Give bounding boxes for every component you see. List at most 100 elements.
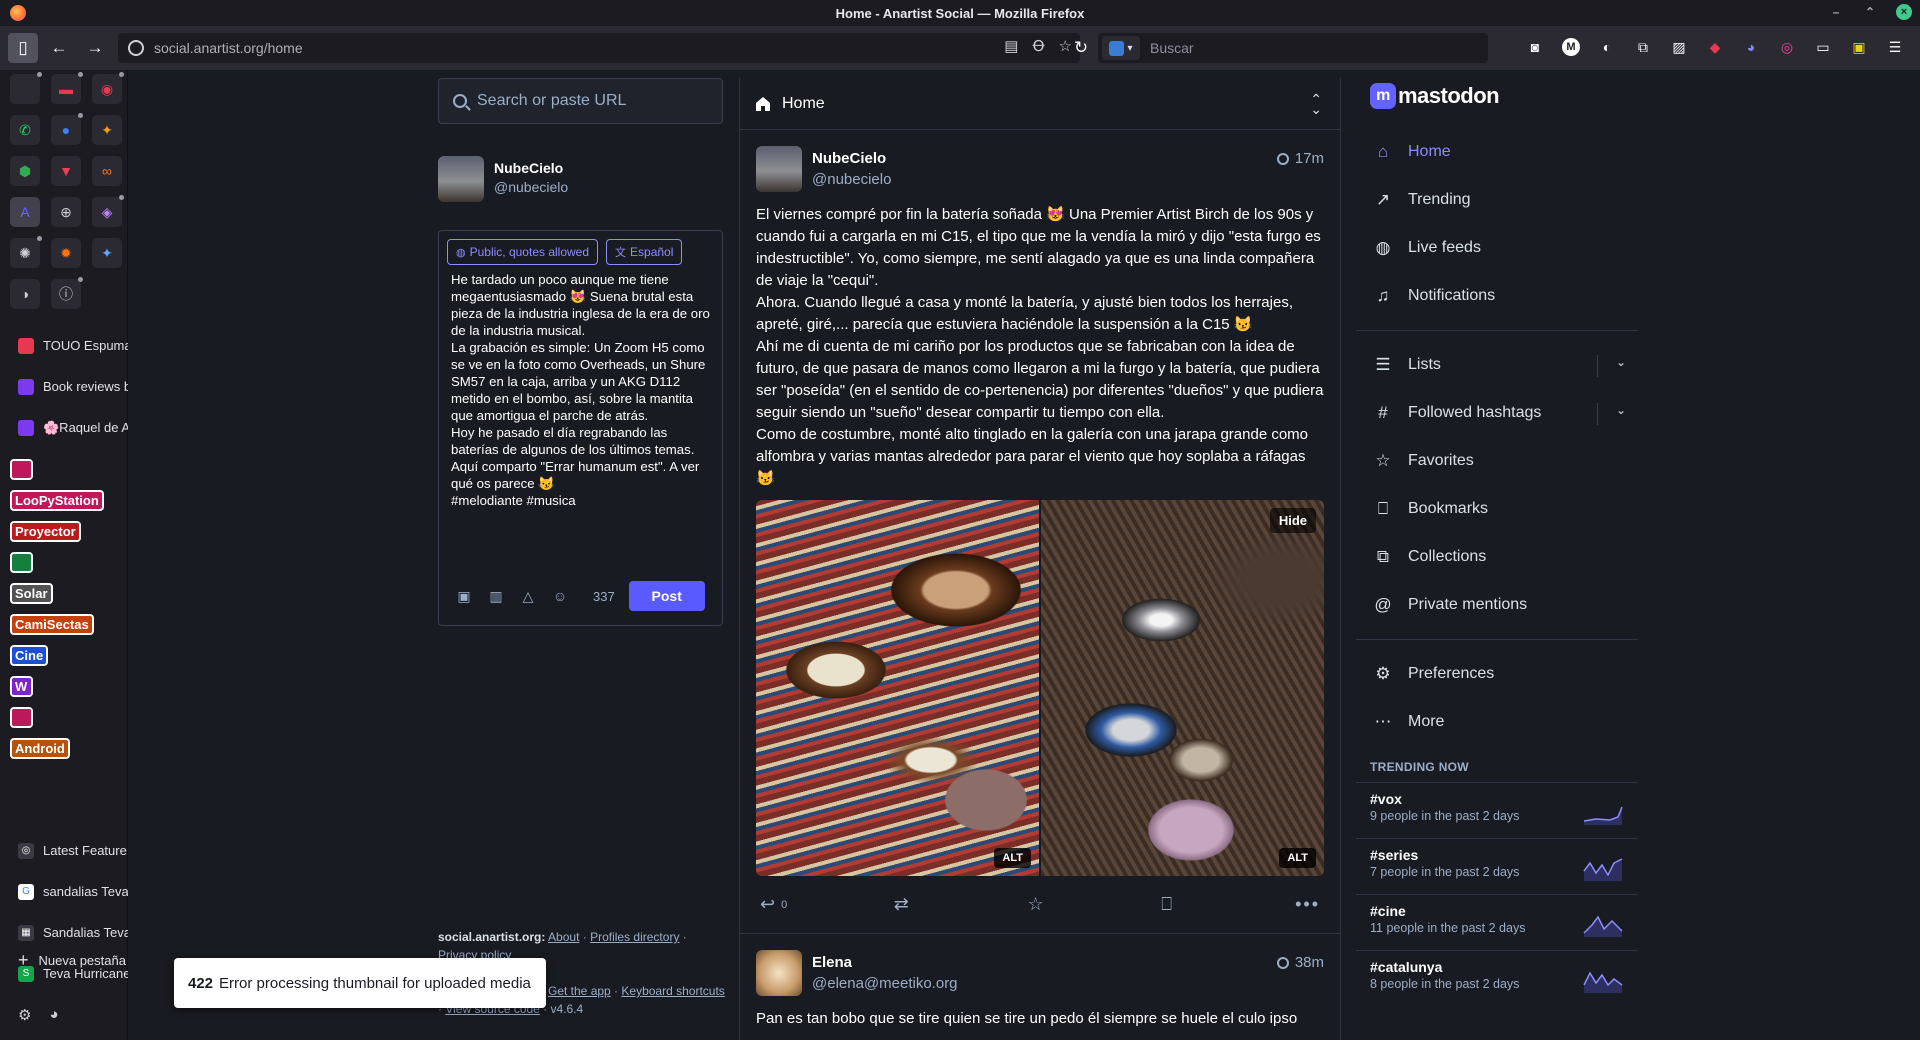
nav-item-collections[interactable]: ⧉ Collections xyxy=(1356,533,1638,581)
get-app-link[interactable]: Get the app xyxy=(548,984,611,998)
sidebar-tab[interactable]: TOUO Espuma xyxy=(0,325,128,366)
forward-icon[interactable]: → xyxy=(80,33,110,63)
minimize-icon[interactable]: – xyxy=(1828,5,1844,19)
post-button[interactable]: Post xyxy=(628,581,705,611)
nav-item-trending[interactable]: ↗ Trending xyxy=(1356,176,1638,224)
nav-item-preferences[interactable]: ⚙ Preferences xyxy=(1356,650,1638,698)
nav-item-private-mentions[interactable]: @ Private mentions xyxy=(1356,581,1638,629)
screenshot-icon[interactable]: ◙ xyxy=(1522,34,1548,60)
column-settings-icon[interactable]: ⌃ ⌄ xyxy=(1310,92,1322,116)
pinned-tab[interactable]: ✦ xyxy=(92,238,122,268)
timestamp[interactable]: 38m xyxy=(1295,954,1324,971)
photo-icon[interactable]: ▨ xyxy=(1666,34,1692,60)
menu-icon[interactable]: ☰ xyxy=(1882,34,1908,60)
tab-group[interactable]: Solar xyxy=(10,582,120,605)
avatar[interactable] xyxy=(438,156,484,202)
timestamp[interactable]: 17m xyxy=(1295,150,1324,167)
puzzle-icon[interactable]: ⧉ xyxy=(1630,34,1656,60)
poll-icon[interactable]: ▥ xyxy=(483,588,509,605)
tab-group[interactable]: LooPyStation xyxy=(10,489,120,512)
chrome-icon[interactable]: ◕ xyxy=(49,1006,58,1024)
nav-item-bookmarks[interactable]: ⎕ Bookmarks xyxy=(1356,485,1638,533)
status-time[interactable]: 38m xyxy=(1276,954,1324,971)
extension-icon[interactable]: ◐ xyxy=(1594,34,1620,60)
sidebar-tab[interactable]: 🌸Raquel de A xyxy=(0,407,128,448)
pinned-tab[interactable]: ✳ xyxy=(10,72,42,104)
status-post[interactable]: NubeCielo @nubecielo 17m El viernes comp… xyxy=(740,130,1340,934)
nav-item-home[interactable]: ⌂ Home xyxy=(1356,128,1638,176)
pinned-tab[interactable]: A xyxy=(10,197,40,227)
tab-group[interactable]: W xyxy=(10,675,120,698)
tab-group-label[interactable]: Cine xyxy=(10,645,49,666)
tab-group[interactable]: Android xyxy=(10,737,120,760)
pinned-tab[interactable]: ✺ xyxy=(10,236,42,268)
tab-group[interactable] xyxy=(10,458,120,481)
url-text[interactable]: social.anartist.org/home xyxy=(154,40,303,56)
nav-item-lists[interactable]: ☰ Lists ⌄ xyxy=(1356,341,1638,389)
url-bar[interactable]: social.anartist.org/home ▤ Ꝋ ☆ xyxy=(118,33,1080,63)
error-toast[interactable]: 422 Error processing thumbnail for uploa… xyxy=(174,958,546,1008)
pinned-tab[interactable]: ⊕ xyxy=(51,197,81,227)
tab-group-label[interactable]: W xyxy=(10,676,33,697)
pinned-tab[interactable]: ◉ xyxy=(92,72,124,104)
language-button[interactable]: 文 Español xyxy=(606,239,683,265)
tab-group-label[interactable]: CamiSectas xyxy=(10,614,94,635)
site-info-icon[interactable] xyxy=(128,40,144,56)
chevron-down-icon[interactable]: ⌄ xyxy=(1596,355,1626,377)
nav-item-notifications[interactable]: ♫ Notifications xyxy=(1356,272,1638,320)
tab-group[interactable]: CamiSectas xyxy=(10,613,120,636)
media-image[interactable]: Hide ALT xyxy=(1041,500,1324,876)
hide-media-button[interactable]: Hide xyxy=(1269,508,1316,533)
tab-group-label[interactable]: Proyector xyxy=(10,521,81,542)
reload-icon[interactable]: ↻ xyxy=(1066,33,1096,63)
reply-button[interactable]: ↩ 0 xyxy=(760,894,894,915)
tab-group-label[interactable]: Android xyxy=(10,738,70,759)
pinned-tab[interactable]: ▬ xyxy=(51,72,83,104)
extension3-icon[interactable]: ◎ xyxy=(1774,34,1800,60)
trending-hashtag[interactable]: #cine 11 people in the past 2 days xyxy=(1356,894,1638,950)
mastodon-logo[interactable]: m mastodon xyxy=(1356,78,1638,114)
status-time[interactable]: 17m xyxy=(1276,150,1324,167)
visibility-button[interactable]: ◍ Public, quotes allowed xyxy=(447,239,599,265)
media-image[interactable]: ALT xyxy=(756,500,1039,876)
keyboard-shortcuts-link[interactable]: Keyboard shortcuts xyxy=(621,984,724,998)
pinned-tab[interactable]: ◑ xyxy=(10,279,40,309)
pinned-tab[interactable]: ✹ xyxy=(51,238,81,268)
maximize-icon[interactable]: ⌃ xyxy=(1862,5,1878,19)
alt-badge[interactable]: ALT xyxy=(1279,848,1316,868)
pinned-tab[interactable]: ◈ xyxy=(92,195,124,227)
pinned-tab[interactable]: ⓘ xyxy=(51,277,83,309)
pinned-tab[interactable]: ∞ xyxy=(92,156,122,186)
favorite-button[interactable]: ☆ xyxy=(1028,894,1162,915)
search-bar[interactable]: ▾ Buscar xyxy=(1098,33,1488,63)
tab-group-label[interactable] xyxy=(10,552,33,573)
boost-button[interactable]: ⇄ xyxy=(894,894,1028,915)
pinned-tab[interactable]: ▼ xyxy=(51,156,81,186)
profiles-directory-link[interactable]: Profiles directory xyxy=(590,930,679,944)
settings-icon[interactable]: ⚙ xyxy=(18,1006,31,1024)
tab-group-label[interactable] xyxy=(10,707,33,728)
nav-item-followed-hashtags[interactable]: # Followed hashtags ⌄ xyxy=(1356,389,1638,437)
pinned-tab[interactable]: ⬢ xyxy=(10,156,40,186)
sidebar-tab[interactable]: ◎ Latest Feature xyxy=(0,830,128,871)
trending-hashtag[interactable]: #vox 9 people in the past 2 days xyxy=(1356,782,1638,838)
lock-icon[interactable]: ▣ xyxy=(1846,34,1872,60)
new-tab-button[interactable]: + Nueva pestaña xyxy=(18,950,126,971)
column-header[interactable]: Home ⌃ ⌄ xyxy=(740,78,1340,130)
author-handle[interactable]: @nubecielo xyxy=(812,171,891,188)
alt-badge[interactable]: ALT xyxy=(994,848,1031,868)
tab-group-label[interactable]: Solar xyxy=(10,583,53,604)
author-handle[interactable]: @elena@meetiko.org xyxy=(812,975,958,992)
search-placeholder[interactable]: Search or paste URL xyxy=(477,92,626,110)
sidebar-tab[interactable]: Book reviews b xyxy=(0,366,128,407)
nav-item-live-feeds[interactable]: ◍ Live feeds xyxy=(1356,224,1638,272)
emoji-icon[interactable]: ☺ xyxy=(547,588,573,604)
current-account[interactable]: NubeCielo @nubecielo xyxy=(438,156,723,202)
bookmark-button[interactable]: ⎕ xyxy=(1161,894,1295,915)
extension2-icon[interactable]: ◕ xyxy=(1738,34,1764,60)
sidebar-tab[interactable]: Gsandalias Teva xyxy=(0,871,128,912)
pinned-tab[interactable]: ✆ xyxy=(10,115,40,145)
compose-textarea[interactable]: He tardado un poco aunque me tiene megae… xyxy=(451,271,713,509)
tab-group[interactable] xyxy=(10,706,120,729)
back-icon[interactable]: ← xyxy=(44,33,74,63)
